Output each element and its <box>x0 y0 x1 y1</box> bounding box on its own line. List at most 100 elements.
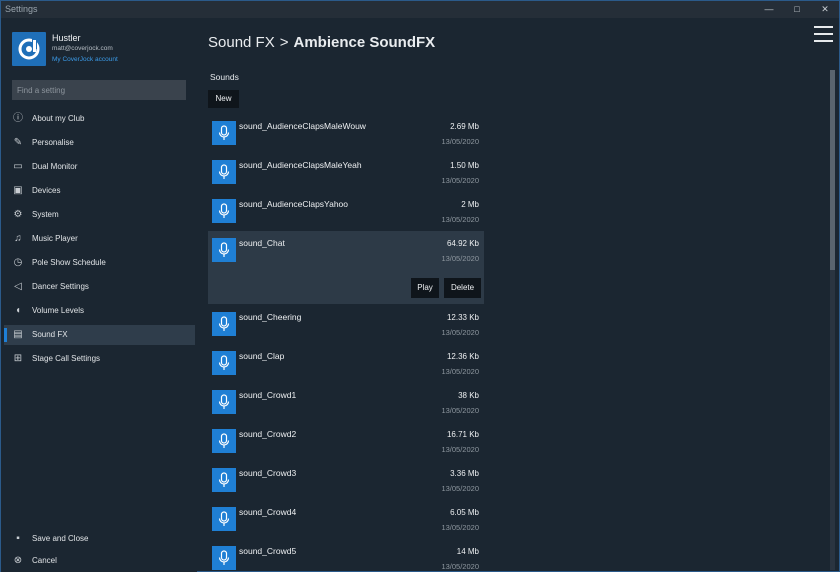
sound-name: sound_Crowd2 <box>239 429 297 439</box>
microphone-icon <box>212 429 236 453</box>
megaphone-icon: ◁ <box>14 281 22 292</box>
sound-size: 38 Kb <box>458 391 479 400</box>
menu-icon[interactable] <box>814 24 834 44</box>
sound-date: 13/05/2020 <box>441 523 479 532</box>
sound-size: 6.05 Mb <box>450 508 479 517</box>
microphone-icon <box>212 390 236 414</box>
account-name: Hustler <box>52 33 81 43</box>
sidebar-item-pole-show-schedule[interactable]: ◷ Pole Show Schedule <box>4 253 195 273</box>
sidebar-item-stage-call-settings[interactable]: ⊞ Stage Call Settings <box>4 349 195 369</box>
search-input[interactable] <box>12 80 186 100</box>
sidebar-item-label: Personalise <box>32 138 74 147</box>
scrollbar[interactable] <box>830 70 835 570</box>
play-sound-button[interactable]: Play <box>411 278 439 298</box>
sidebar-item-dual-monitor[interactable]: ▭ Dual Monitor <box>4 157 195 177</box>
sound-date: 13/05/2020 <box>441 445 479 454</box>
sound-name: sound_Crowd4 <box>239 507 297 517</box>
settings-window: Settings — □ ✕ Hustler matt@coverjock.co… <box>0 0 840 572</box>
sidebar-item-music-player[interactable]: ♫ Music Player <box>4 229 195 249</box>
sound-size: 14 Mb <box>456 547 479 556</box>
close-button[interactable]: ✕ <box>811 1 839 18</box>
sidebar-item-sound-fx[interactable]: ▤ Sound FX <box>4 325 195 345</box>
devices-icon: ▣ <box>13 185 23 196</box>
delete-sound-button[interactable]: Delete <box>444 278 481 298</box>
sound-list-item[interactable]: sound_Crowd2 16.71 Kb 13/05/2020 <box>208 422 484 461</box>
sound-name: sound_AudienceClapsYahoo <box>239 199 349 209</box>
sound-list-item[interactable]: sound_Crowd1 38 Kb 13/05/2020 <box>208 383 484 422</box>
sound-size: 2 Mb <box>461 200 479 209</box>
sound-date: 13/05/2020 <box>441 406 479 415</box>
sidebar-item-personalise[interactable]: ✎ Personalise <box>4 133 195 153</box>
microphone-icon <box>212 121 236 145</box>
microphone-icon <box>212 238 236 262</box>
sound-date: 13/05/2020 <box>441 176 479 185</box>
sound-list-item[interactable]: sound_Clap 12.36 Kb 13/05/2020 <box>208 344 484 383</box>
sound-date: 13/05/2020 <box>441 562 479 571</box>
sound-name: sound_Cheering <box>239 312 302 322</box>
sound-size: 12.36 Kb <box>446 352 479 361</box>
gear-icon: ⚙ <box>13 209 23 220</box>
sound-name: sound_Clap <box>239 351 285 361</box>
sidebar-item-label: Sound FX <box>32 330 68 339</box>
cancel-icon: ⊗ <box>13 555 23 566</box>
sound-date: 13/05/2020 <box>441 254 479 263</box>
save-and-close-button[interactable]: ▪ Save and Close <box>4 529 195 549</box>
sidebar-item-label: Devices <box>32 186 61 195</box>
sound-list: sound_AudienceClapsMaleWouw 2.69 Mb 13/05/… <box>208 114 484 572</box>
sound-size: 16.71 Kb <box>446 430 479 439</box>
sidebar-item-label: About my Club <box>32 114 85 123</box>
sound-date: 13/05/2020 <box>441 328 479 337</box>
sound-list-item[interactable]: sound_Crowd4 6.05 Mb 13/05/2020 <box>208 500 484 539</box>
info-icon: ⓘ <box>13 113 23 124</box>
monitor-icon: ▭ <box>13 161 23 172</box>
sound-name: sound_AudienceClapsMaleYeah <box>239 160 362 170</box>
sidebar-item-about-my-club[interactable]: ⓘ About my Club <box>4 109 195 129</box>
sound-list-item[interactable]: sound_AudienceClapsMaleYeah 1.50 Mb 13/05/… <box>208 153 484 192</box>
save-and-close-label: Save and Close <box>32 534 89 543</box>
sound-size: 3.36 Mb <box>450 469 479 478</box>
breadcrumb: Sound FX > Ambience SoundFX <box>208 34 435 51</box>
sound-date: 13/05/2020 <box>441 367 479 376</box>
sound-date: 13/05/2020 <box>441 137 479 146</box>
sidebar: Hustler matt@coverjock.com My CoverJock … <box>1 18 197 572</box>
scrollbar-thumb[interactable] <box>830 70 835 270</box>
sound-list-item[interactable]: sound_Cheering 12.33 Kb 13/05/2020 <box>208 305 484 344</box>
sidebar-item-system[interactable]: ⚙ System <box>4 205 195 225</box>
clock-icon: ◷ <box>13 257 23 268</box>
sound-size: 64.92 Kb <box>446 239 479 248</box>
breadcrumb-parent[interactable]: Sound FX <box>208 34 275 51</box>
avatar <box>12 32 46 66</box>
microphone-icon <box>212 312 236 336</box>
sound-list-item[interactable]: sound_Crowd3 3.36 Mb 13/05/2020 <box>208 461 484 500</box>
sound-size: 2.69 Mb <box>450 122 479 131</box>
cancel-button[interactable]: ⊗ Cancel <box>4 551 195 571</box>
sidebar-item-label: System <box>32 210 59 219</box>
sound-name: sound_Crowd5 <box>239 546 297 556</box>
new-sound-button[interactable]: New <box>208 90 239 108</box>
sound-list-item[interactable]: sound_AudienceClapsMaleWouw 2.69 Mb 13/05/… <box>208 114 484 153</box>
sidebar-item-volume-levels[interactable]: ◖ Volume Levels <box>4 301 195 321</box>
sound-date: 13/05/2020 <box>441 484 479 493</box>
sound-list-item[interactable]: sound_Chat 64.92 Kb 13/05/2020 Play Delete <box>208 231 484 304</box>
sidebar-item-label: Pole Show Schedule <box>32 258 106 267</box>
account-link[interactable]: My CoverJock account <box>52 56 118 63</box>
main-content: Sound FX > Ambience SoundFX Sounds New sou… <box>197 18 840 572</box>
microphone-icon <box>212 199 236 223</box>
sidebar-item-dancer-settings[interactable]: ◁ Dancer Settings <box>4 277 195 297</box>
minimize-button[interactable]: — <box>755 1 783 18</box>
sidebar-item-label: Volume Levels <box>32 306 85 315</box>
microphone-icon <box>212 546 236 570</box>
save-icon: ▪ <box>16 533 20 544</box>
sidebar-item-devices[interactable]: ▣ Devices <box>4 181 195 201</box>
sidebar-item-label: Dual Monitor <box>32 162 78 171</box>
volume-icon: ◖ <box>14 305 22 316</box>
cancel-label: Cancel <box>32 556 57 565</box>
sound-list-item[interactable]: sound_AudienceClapsYahoo 2 Mb 13/05/2020 <box>208 192 484 231</box>
account-email: matt@coverjock.com <box>52 45 113 52</box>
sound-list-item[interactable]: sound_Crowd5 14 Mb 13/05/2020 <box>208 539 484 572</box>
maximize-button[interactable]: □ <box>783 1 811 18</box>
sound-name: sound_Chat <box>239 238 285 248</box>
page-title: Ambience SoundFX <box>293 34 436 51</box>
section-title: Sounds <box>210 72 239 82</box>
sound-size: 12.33 Kb <box>446 313 479 322</box>
